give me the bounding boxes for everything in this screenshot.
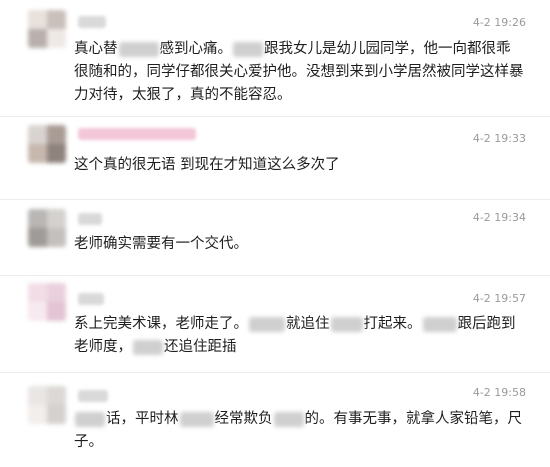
redacted-name-mask [179,411,214,427]
user-avatar[interactable] [28,209,66,247]
comment-text: 这个真的很无语 到现在才知道这么多次了 [74,157,340,173]
comment-text-segment: 话，平时林 [106,411,179,427]
comment-text: 系上完美术课，老师走了。 就追住 打起来。 跟后跑到老师度， 还追住距插 [74,313,524,359]
comment-timestamp: 4-2 19:33 [472,132,526,145]
comment-text-segment: 经常欺负 [214,411,273,427]
comment-text-segment: 系上完美术课，老师走了。 [74,316,248,332]
comment-item: 4-2 19:26 真心替 感到心痛。 跟我女儿是幼儿园同学，他一向都很乖很随和的，… [0,0,550,117]
redacted-name-mask [330,316,363,332]
comment-item: 4-2 19:57 系上完美术课，老师走了。 就追住 打起来。 跟后跑到老师度， 还追住… [0,275,550,373]
username-redacted[interactable] [78,16,106,28]
comment-text-segment: 打起来。 [363,316,422,332]
comment-item: 4-2 19:34 老师确实需要有一个交代。 [0,199,550,276]
comment-text-segment: 就追住 [286,316,330,332]
redacted-name-mask [422,316,457,332]
redacted-name-mask [233,41,263,57]
comment-item: 4-2 19:33 这个真的很无语 到现在才知道这么多次了 [0,116,550,200]
redacted-name-mask [273,411,304,427]
comment-timestamp: 4-2 19:57 [472,292,526,305]
comment-text: 话，平时林 经常欺负 的。有事无事，就拿人家铅笔，尺子。 [74,408,524,454]
comment-list: 4-2 19:26 真心替 感到心痛。 跟我女儿是幼儿园同学，他一向都很乖很随和的，… [0,0,550,467]
user-avatar[interactable] [28,283,66,321]
redacted-name-mask [75,411,105,427]
username-redacted[interactable] [78,128,196,140]
redacted-name-mask [133,339,163,355]
user-avatar[interactable] [28,10,66,48]
comment-timestamp: 4-2 19:26 [472,16,526,29]
comment-text: 老师确实需要有一个交代。 [74,236,248,252]
comment-text-segment: 还追住距插 [164,339,237,355]
user-avatar[interactable] [28,386,66,424]
comment-timestamp: 4-2 19:58 [472,386,526,399]
comment-text: 真心替 感到心痛。 跟我女儿是幼儿园同学，他一向都很乖很随和的，同学仔都很关心爱护他… [74,38,524,107]
redacted-name-mask [249,316,285,332]
username-redacted[interactable] [78,213,102,225]
comment-text-segment: 真心替 [74,41,118,57]
username-redacted[interactable] [78,293,104,305]
user-avatar[interactable] [28,125,66,163]
comment-text-segment: 感到心痛。 [159,41,233,57]
redacted-name-mask [118,41,159,57]
comment-item: 4-2 19:58 话，平时林 经常欺负 的。有事无事，就拿人家铅笔，尺子。 [0,372,550,467]
comment-timestamp: 4-2 19:34 [472,211,526,224]
username-redacted[interactable] [78,390,108,402]
